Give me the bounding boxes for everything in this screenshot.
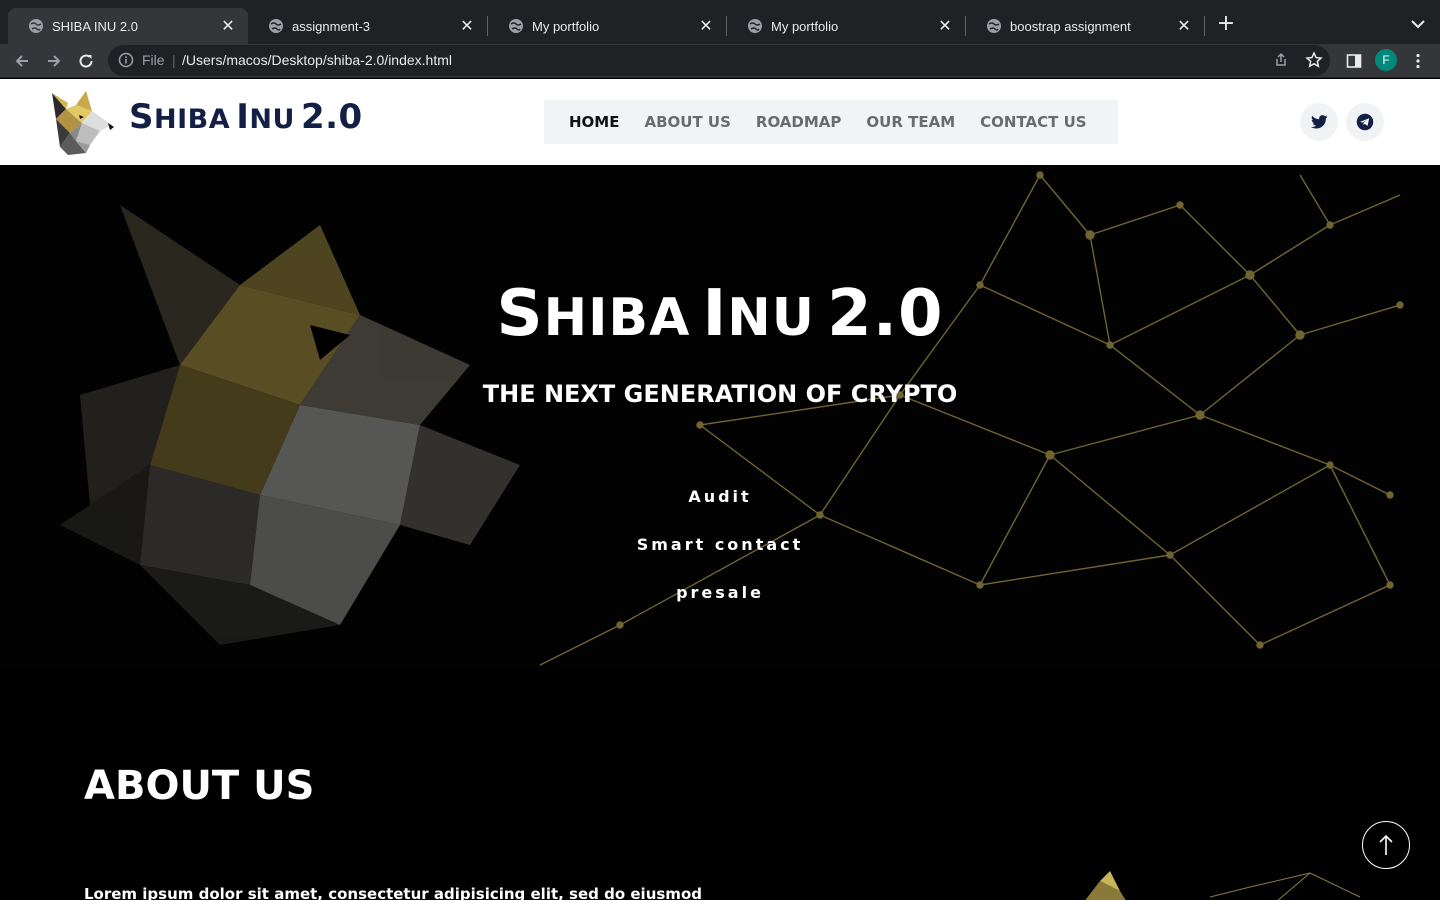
audit-link[interactable]: Audit [0,487,1440,506]
browser-tab-bootstrap[interactable]: boostrap assignment ✕ [966,8,1204,44]
browser-toolbar: File | /Users/macos/Desktop/shiba-2.0/in… [0,44,1440,78]
brand-letter: I [236,97,250,137]
nav-home[interactable]: HOME [569,113,619,131]
tab-title: My portfolio [532,18,600,34]
tab-separator [1204,16,1205,36]
globe-icon [29,19,43,33]
site-header: SHIBA INU 2.0 HOME ABOUT US ROADMAP OUR … [0,79,1440,165]
url-text[interactable]: /Users/macos/Desktop/shiba-2.0/index.htm… [182,52,452,68]
info-icon[interactable] [118,52,134,68]
new-tab-plus-icon[interactable]: + [1215,12,1237,36]
url-scheme-label: File [142,52,165,68]
hero-title: SHIBA INU 2.0 [0,277,1440,351]
presale-link[interactable]: presale [0,583,1440,602]
tab-close-icon[interactable]: ✕ [937,16,953,36]
tab-close-icon[interactable]: ✕ [220,16,236,36]
hero-title-letter: I [702,277,728,351]
shiba-polygon-head [60,205,520,645]
brand-letters: HIBA [154,104,231,135]
globe-icon [987,19,1001,33]
nav-about-us[interactable]: ABOUT US [644,113,730,131]
nav-roadmap[interactable]: ROADMAP [756,113,842,131]
about-image [1085,871,1361,900]
browser-tab-portfolio[interactable]: My portfolio ✕ [488,8,726,44]
twitter-icon [1310,115,1328,129]
smart-contact-link[interactable]: Smart contact [0,535,1440,554]
forward-arrow-icon[interactable] [43,50,65,72]
share-icon[interactable] [1273,52,1289,68]
side-panel-icon[interactable] [1343,50,1365,72]
profile-avatar[interactable]: F [1375,49,1397,71]
address-bar[interactable]: File | /Users/macos/Desktop/shiba-2.0/in… [108,45,1330,76]
hero-title-letters: NU [727,288,816,348]
twitter-button[interactable] [1300,103,1338,141]
tab-title: My portfolio [771,18,839,34]
bookmark-star-icon[interactable] [1305,51,1323,69]
shiba-logo-icon[interactable] [46,89,116,155]
telegram-button[interactable] [1346,103,1384,141]
about-paragraph: Lorem ipsum dolor sit amet, consectetur … [84,885,702,900]
brand-version: 2.0 [300,97,363,137]
hero-subtitle: THE NEXT GENERATION OF CRYPTO [482,380,958,408]
hero-title-letter: S [496,277,544,351]
chevron-down-icon[interactable] [1408,14,1428,34]
scroll-to-top-button[interactable] [1362,821,1410,869]
globe-icon [748,19,762,33]
hero-section: SHIBA INU 2.0 THE NEXT GENERATION OF CRY… [0,165,1440,667]
tab-title: boostrap assignment [1010,18,1131,34]
about-title: ABOUT US [84,763,315,809]
browser-tab-bar: SHIBA INU 2.0 ✕ assignment-3 ✕ My portfo… [0,0,1440,44]
kebab-menu-icon[interactable] [1407,50,1429,72]
arrow-up-icon [1379,834,1393,855]
tab-close-icon[interactable]: ✕ [1176,16,1192,36]
hero-title-letters: HIBA [543,288,691,348]
tab-title: assignment-3 [292,18,371,34]
telegram-icon [1356,113,1374,131]
tab-close-icon[interactable]: ✕ [459,16,475,36]
nav-our-team[interactable]: OUR TEAM [866,113,955,131]
brand-name[interactable]: SHIBA INU 2.0 [129,97,363,137]
browser-tab-shiba[interactable]: SHIBA INU 2.0 ✕ [8,8,248,44]
globe-icon [269,19,283,33]
hero-title-version: 2.0 [827,277,944,351]
back-arrow-icon[interactable] [11,50,33,72]
main-nav: HOME ABOUT US ROADMAP OUR TEAM CONTACT U… [544,100,1118,144]
browser-tab-assignment[interactable]: assignment-3 ✕ [248,8,487,44]
brand-letter: S [129,97,154,137]
globe-icon [509,19,523,33]
reload-icon[interactable] [75,50,97,72]
url-separator: | [172,52,176,68]
tab-title: SHIBA INU 2.0 [52,18,138,34]
about-section: ABOUT US Lorem ipsum dolor sit amet, con… [0,667,1440,900]
nav-contact-us[interactable]: CONTACT US [980,113,1086,131]
brand-letters: NU [249,104,295,135]
tab-close-icon[interactable]: ✕ [698,16,714,36]
browser-tab-portfolio-2[interactable]: My portfolio ✕ [727,8,965,44]
